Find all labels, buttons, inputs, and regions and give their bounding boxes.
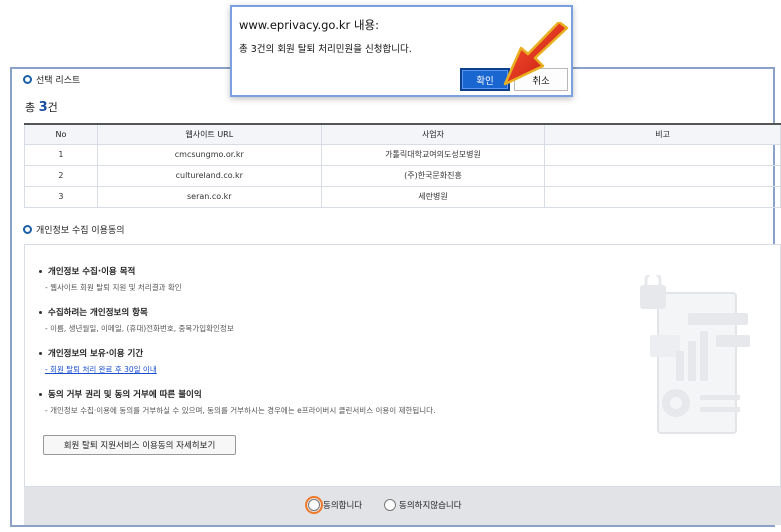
table-row: 1 cmcsungmo.or.kr 가톨릭대학교여의도성모병원 (24, 143, 781, 166)
red-arrow-icon (503, 22, 569, 86)
selected-list-title: 선택 리스트 (36, 76, 81, 86)
dialog-host: www.eprivacy.go.kr 내용: (239, 18, 379, 32)
cell-no: 3 (24, 185, 98, 208)
cell-note (544, 185, 781, 208)
ring-icon (23, 75, 32, 84)
dialog-message: 총 3건의 회원 탈퇴 처리민원을 신청합니다. (239, 44, 412, 55)
total-count: 총 3건 (25, 100, 58, 115)
col-header-url: 웹사이트 URL (96, 123, 322, 145)
col-header-note: 비고 (544, 123, 781, 145)
consent-desc-period-link[interactable]: - 회원 탈퇴 처리 완료 후 30일 이내 (45, 364, 157, 375)
privacy-document-illustration-icon (640, 275, 750, 434)
consent-item-refusal: 동의 거부 권리 및 동의 거부에 따른 불이익 (39, 388, 202, 400)
col-header-no: No (24, 123, 98, 145)
cell-note (544, 164, 781, 187)
consent-item-period: 개인정보의 보유·이용 기간 (39, 347, 143, 359)
agree-bar: 동의합니다 동의하지않습니다 (24, 487, 781, 525)
agree-label: 동의합니다 (323, 501, 363, 511)
disagree-label: 동의하지않습니다 (399, 501, 462, 511)
site-list-table: No 웹사이트 URL 사업자 비고 1 cmcsungmo.or.kr 가톨릭… (24, 123, 781, 208)
table-row: 2 cultureland.co.kr (주)한국문화진흥 (24, 164, 781, 187)
disagree-radio-circle[interactable] (384, 499, 396, 511)
agree-radio-circle[interactable] (305, 496, 323, 514)
selected-list-heading: 선택 리스트 (23, 73, 80, 86)
table-row: 3 seran.co.kr 세란병원 (24, 185, 781, 208)
consent-item-fields: 수집하려는 개인정보의 항목 (39, 306, 148, 318)
consent-title: 개인정보 수집 이용동의 (36, 226, 125, 236)
ring-icon (23, 225, 32, 234)
cell-no: 2 (24, 164, 98, 187)
col-header-company: 사업자 (320, 123, 546, 145)
cell-url: seran.co.kr (96, 185, 322, 208)
consent-desc-fields: - 이름, 생년월일, 이메일, (휴대)전화번호, 중복가입확인정보 (45, 324, 234, 333)
consent-desc-purpose: - 웹사이트 회원 탈퇴 지원 및 처리결과 확인 (45, 283, 182, 292)
consent-item-purpose: 개인정보 수집·이용 목적 (39, 265, 135, 277)
consent-heading: 개인정보 수집 이용동의 (23, 223, 125, 236)
cell-no: 1 (24, 143, 98, 166)
cell-url: cultureland.co.kr (96, 164, 322, 187)
consent-detail-button[interactable]: 회원 탈퇴 지원서비스 이용동의 자세히보기 (43, 435, 236, 455)
cell-note (544, 143, 781, 166)
cell-url: cmcsungmo.or.kr (96, 143, 322, 166)
cell-company: 가톨릭대학교여의도성모병원 (320, 143, 546, 166)
consent-desc-refusal: - 개인정보 수집·이용에 동의를 거부하실 수 있으며, 동의를 거부하시는 … (45, 406, 436, 415)
consent-box: 개인정보 수집·이용 목적 - 웹사이트 회원 탈퇴 지원 및 처리결과 확인 … (24, 244, 781, 487)
cell-company: (주)한국문화진흥 (320, 164, 546, 187)
disagree-radio[interactable]: 동의하지않습니다 (384, 499, 462, 511)
table-header-row: No 웹사이트 URL 사업자 비고 (24, 123, 781, 145)
agree-radio[interactable]: 동의합니다 (305, 496, 363, 514)
count-number: 3 (38, 100, 48, 115)
cell-company: 세란병원 (320, 185, 546, 208)
main-frame: 선택 리스트 총 3건 No 웹사이트 URL 사업자 비고 1 cmcsung… (10, 67, 781, 527)
